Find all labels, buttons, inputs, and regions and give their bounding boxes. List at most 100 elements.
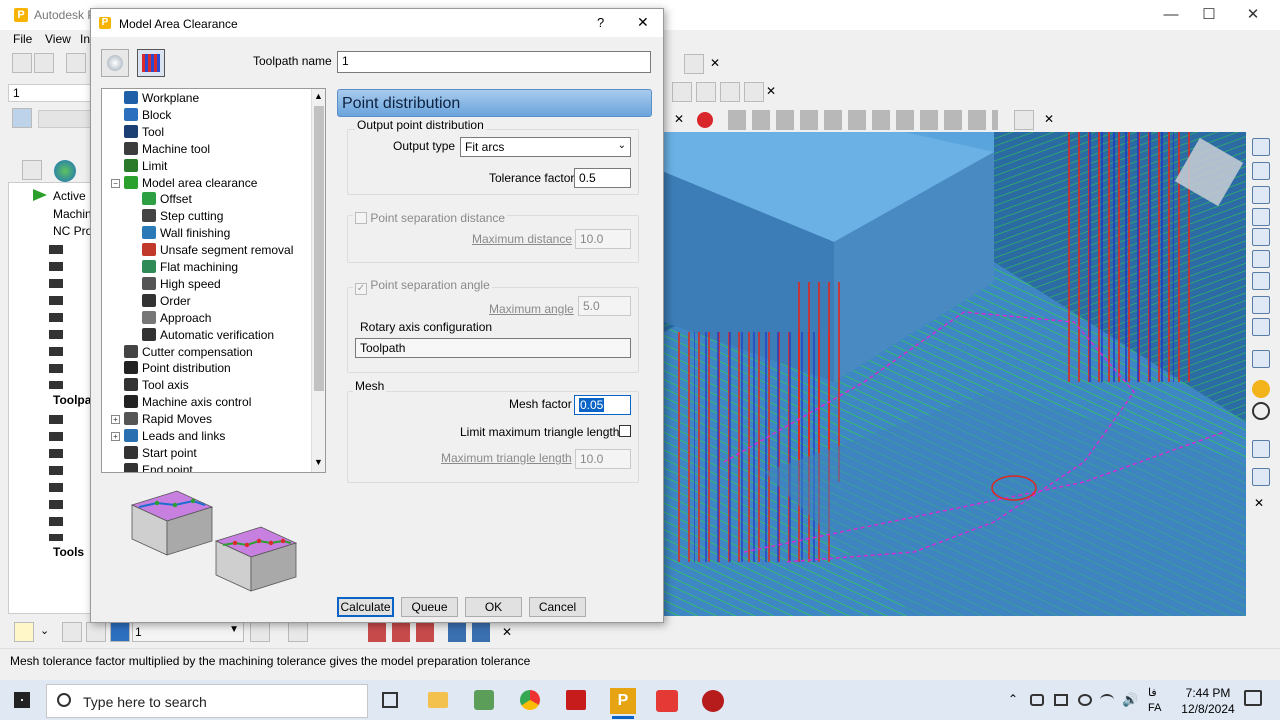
- tree-item[interactable]: Wall finishing: [142, 225, 230, 241]
- close-toolbar-icon[interactable]: ✕: [502, 625, 512, 639]
- tool-icon[interactable]: [696, 82, 716, 102]
- separation-angle-checkbox[interactable]: ✓: [355, 283, 367, 295]
- toolpath-pattern-icon[interactable]: [137, 49, 165, 77]
- grid-icon[interactable]: [12, 108, 32, 128]
- volume-icon[interactable]: 🔊: [1122, 692, 1138, 708]
- view-icon[interactable]: [684, 54, 704, 74]
- shading-icon[interactable]: [1252, 380, 1270, 398]
- toolbar-icon-6[interactable]: [1252, 250, 1270, 268]
- maximize-button[interactable]: ☐: [1186, 4, 1232, 26]
- tree-item[interactable]: Flat machining: [142, 259, 238, 275]
- workplane-select[interactable]: 1: [8, 84, 92, 102]
- tree-item[interactable]: Step cutting: [142, 208, 223, 224]
- toolbar-icon-1[interactable]: [1252, 138, 1270, 156]
- menu-insert[interactable]: In: [80, 32, 90, 46]
- dialog-close-button[interactable]: ✕: [637, 14, 649, 31]
- expand-icon[interactable]: +: [111, 415, 120, 425]
- toolbar-icon-11[interactable]: [1252, 440, 1270, 458]
- toolbar-icon-4[interactable]: [1252, 208, 1270, 226]
- toolbar-icon-3[interactable]: [1252, 186, 1270, 204]
- menu-view[interactable]: View: [45, 32, 71, 46]
- explorer-item-tools[interactable]: Tools: [53, 545, 84, 559]
- open-icon[interactable]: [12, 53, 32, 73]
- toolbar-field[interactable]: [38, 110, 92, 128]
- tray-icon[interactable]: [1078, 694, 1092, 706]
- tree-item[interactable]: End point: [124, 462, 193, 472]
- graphics-viewport[interactable]: [664, 132, 1246, 616]
- expand-icon[interactable]: +: [111, 432, 120, 441]
- tool-holder-icon[interactable]: [720, 82, 740, 102]
- calculate-button[interactable]: Calculate: [337, 597, 394, 617]
- render-icon[interactable]: [1014, 110, 1034, 130]
- save-icon[interactable]: [34, 53, 54, 73]
- tree-item[interactable]: Tool axis: [124, 377, 189, 393]
- view-toolbar[interactable]: [728, 110, 998, 130]
- close-toolbar-icon[interactable]: ✕: [766, 84, 776, 98]
- app-icon[interactable]: [656, 690, 678, 712]
- windows-start-icon[interactable]: [14, 692, 30, 708]
- tree-item[interactable]: Start point: [124, 445, 197, 461]
- taskbar-search-box[interactable]: Type here to search: [46, 684, 368, 718]
- notifications-icon[interactable]: [1244, 690, 1262, 706]
- chevron-down-icon[interactable]: ⌄: [40, 624, 49, 637]
- chrome-icon[interactable]: [520, 690, 540, 710]
- close-button[interactable]: ✕: [1230, 4, 1276, 26]
- maximum-distance-input[interactable]: 10.0: [575, 229, 631, 249]
- tray-icon[interactable]: [1030, 694, 1044, 706]
- menu-file[interactable]: File: [13, 32, 32, 46]
- solidworks-icon[interactable]: [566, 690, 586, 710]
- explorer-tree-icon[interactable]: [22, 160, 42, 180]
- new-icon[interactable]: [14, 622, 34, 642]
- tree-item[interactable]: Machine axis control: [124, 394, 251, 410]
- tree-item[interactable]: Tool: [124, 124, 164, 140]
- tree-scrollbar[interactable]: ▲ ▼: [311, 89, 325, 472]
- toolbar-icon-12[interactable]: [1252, 468, 1270, 486]
- help-button[interactable]: ?: [597, 15, 604, 30]
- scroll-down-icon[interactable]: ▼: [314, 457, 323, 467]
- toolpath-icon[interactable]: [62, 622, 82, 642]
- toolpath-icon-2[interactable]: [86, 622, 106, 642]
- toolbar-group[interactable]: [368, 622, 440, 642]
- tree-item[interactable]: Workplane: [124, 90, 199, 106]
- language-indicator[interactable]: FA: [1148, 702, 1161, 714]
- cancel-button[interactable]: Cancel: [529, 597, 586, 617]
- toolbar-icon-7[interactable]: [1252, 272, 1270, 290]
- explorer-item-machine[interactable]: Machin: [53, 207, 92, 221]
- tree-item[interactable]: + Leads and links: [111, 428, 225, 444]
- app-icon[interactable]: [702, 690, 724, 712]
- globe-icon[interactable]: [54, 160, 76, 182]
- explorer-item-active[interactable]: Active: [53, 189, 86, 203]
- toolbar-icon-5[interactable]: [1252, 228, 1270, 246]
- tree-item[interactable]: + Rapid Moves: [111, 411, 212, 427]
- chevron-up-icon[interactable]: ⌃: [1008, 692, 1018, 706]
- separation-distance-checkbox[interactable]: [355, 212, 367, 224]
- queue-button[interactable]: Queue: [401, 597, 458, 617]
- tree-item[interactable]: Machine tool: [124, 141, 210, 157]
- scroll-thumb[interactable]: [314, 106, 324, 391]
- tree-item[interactable]: Unsafe segment removal: [142, 242, 293, 258]
- tree-item[interactable]: − Model area clearance: [111, 175, 257, 191]
- wireframe-icon[interactable]: [1252, 402, 1270, 420]
- tree-item[interactable]: Approach: [142, 310, 211, 326]
- toolbar-icon[interactable]: [250, 622, 270, 642]
- record-icon[interactable]: [697, 112, 713, 128]
- collapse-icon[interactable]: −: [111, 178, 120, 188]
- tolerance-factor-input[interactable]: 0.5: [574, 168, 631, 188]
- project-icon[interactable]: [66, 53, 86, 73]
- tree-item[interactable]: Point distribution: [124, 360, 231, 376]
- tree-item[interactable]: Automatic verification: [142, 327, 274, 343]
- task-view-icon[interactable]: [382, 692, 398, 708]
- toolpath-check-column[interactable]: [49, 411, 63, 541]
- strategy-icon[interactable]: [101, 49, 129, 77]
- tree-item[interactable]: Offset: [142, 191, 192, 207]
- toolpath-check-column[interactable]: [49, 241, 63, 389]
- ok-button[interactable]: OK: [465, 597, 522, 617]
- max-triangle-input[interactable]: 10.0: [575, 449, 631, 469]
- file-explorer-icon[interactable]: [428, 692, 448, 708]
- measure-icon[interactable]: [672, 82, 692, 102]
- toolpath-icon-3[interactable]: [110, 622, 130, 642]
- limit-triangle-checkbox[interactable]: [619, 425, 631, 437]
- powermill-taskbar-icon[interactable]: P: [610, 688, 636, 714]
- maximum-angle-input[interactable]: 5.0: [578, 296, 631, 316]
- clock-date[interactable]: 12/8/2024: [1176, 702, 1240, 716]
